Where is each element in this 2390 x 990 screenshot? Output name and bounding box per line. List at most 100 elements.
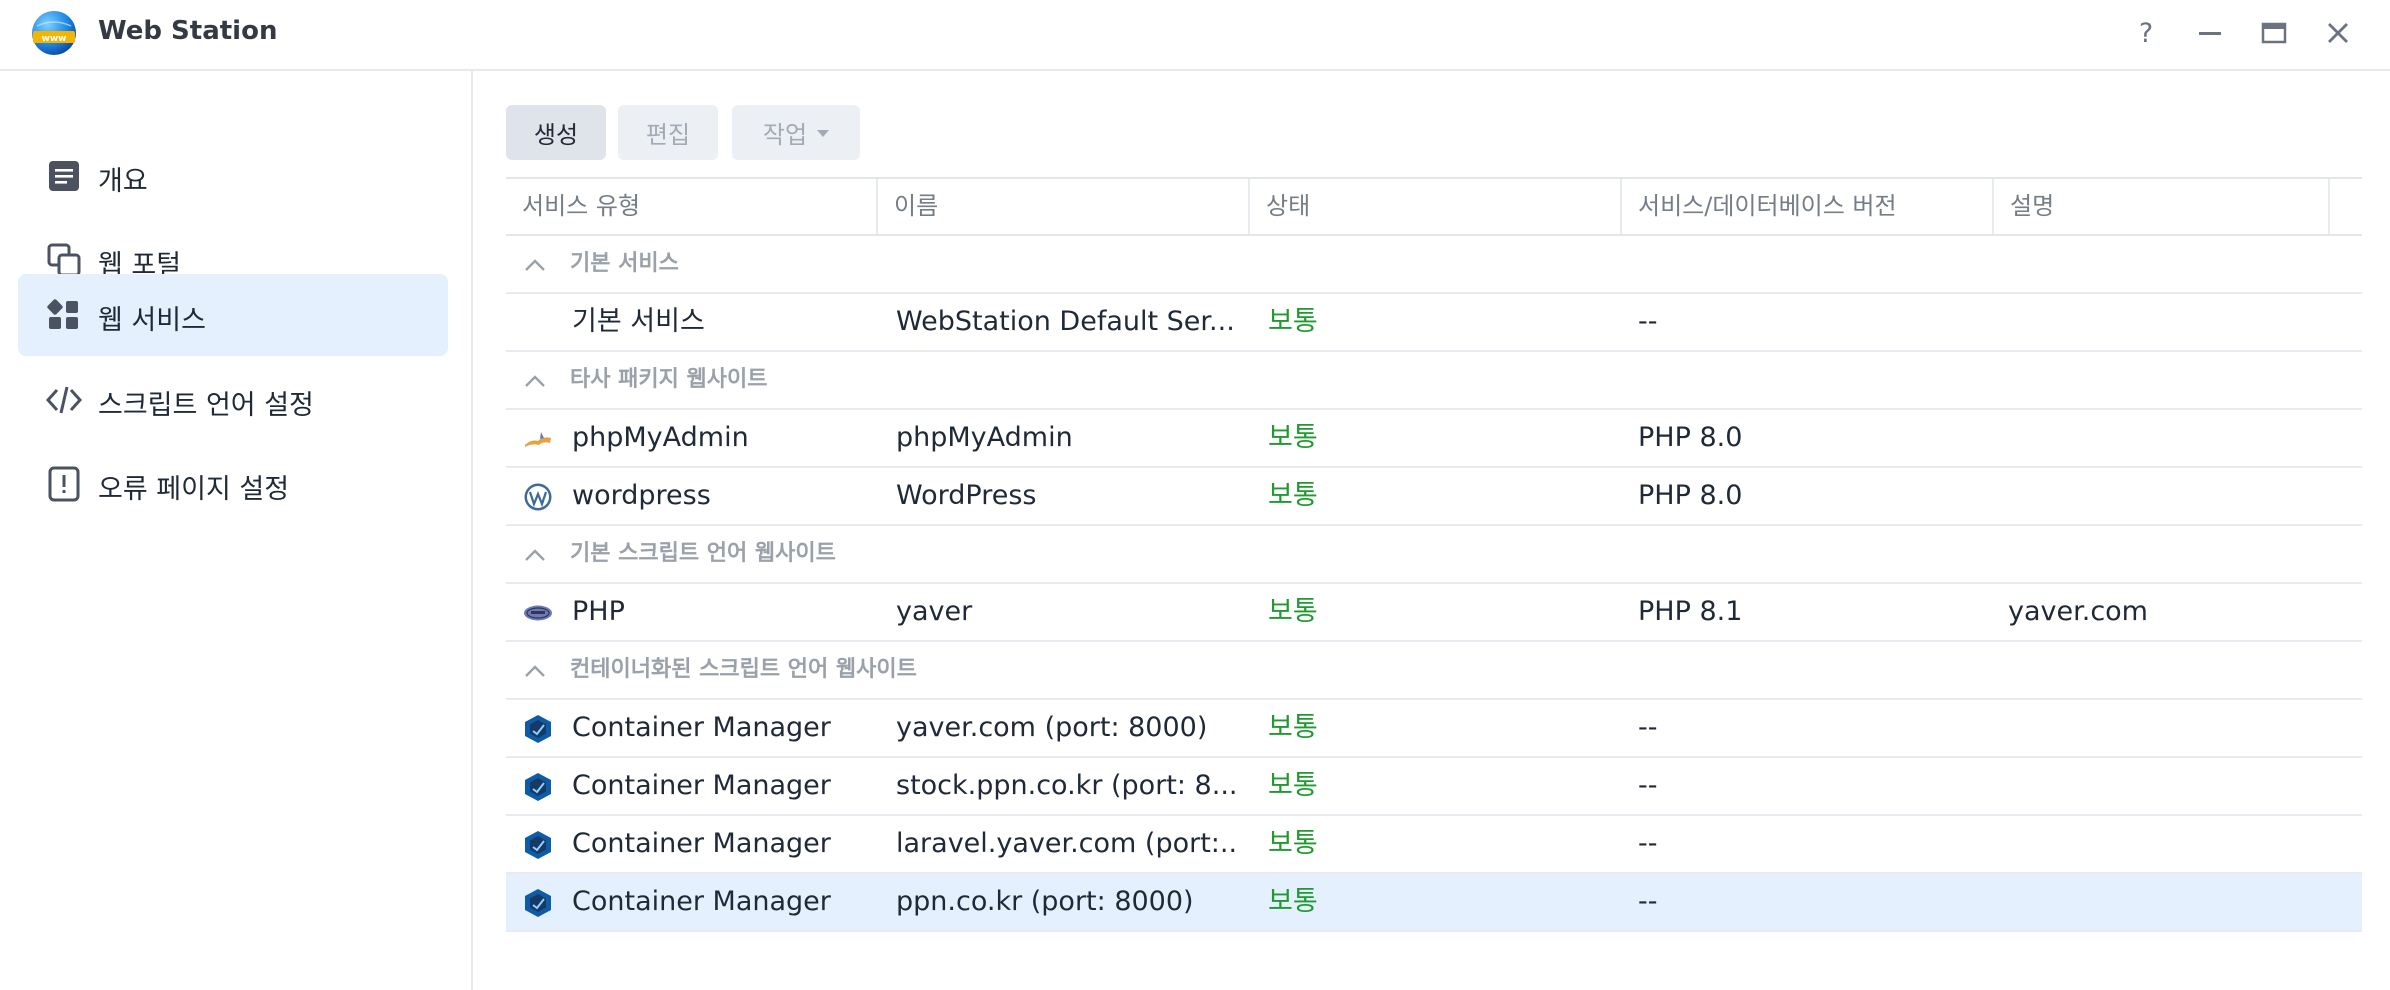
group-label: 타사 패키지 웹사이트 (570, 367, 768, 392)
column-header-service-type[interactable]: 서비스 유형 (506, 179, 876, 234)
cell-status: 보통 (1268, 596, 1318, 627)
cell-service-type: Container Manager (572, 770, 831, 801)
table-row[interactable]: wordpress WordPress 보통 PHP 8.0 (506, 468, 2362, 526)
close-button[interactable] (2323, 18, 2353, 48)
web-service-icon (47, 299, 78, 329)
chevron-up-icon (525, 259, 545, 271)
table-row[interactable]: Container Manager yaver.com (port: 8000)… (506, 700, 2362, 758)
web-station-logo-icon: www (32, 11, 76, 55)
cell-status: 보통 (1268, 828, 1318, 859)
table-row[interactable]: 기본 서비스 WebStation Default Ser... 보통 -- (506, 294, 2362, 352)
sidebar-item-label: 스크립트 언어 설정 (98, 390, 314, 421)
create-button[interactable]: 생성 (506, 105, 606, 160)
container-manager-icon (525, 831, 551, 859)
cell-description (2008, 816, 2328, 872)
cell-description (2008, 874, 2328, 930)
cell-name: yaver.com (port: 8000) (896, 712, 1208, 743)
sidebar-item-overview[interactable]: 개요 (18, 135, 448, 217)
table-header: 서비스 유형 이름 상태 서비스/데이터베이스 버전 설명 (506, 177, 2362, 236)
sidebar-item-label: 오류 페이지 설정 (98, 474, 290, 505)
wordpress-icon (524, 483, 552, 511)
chevron-down-icon (817, 130, 830, 137)
column-header-description[interactable]: 설명 (1994, 179, 2332, 234)
container-manager-icon (525, 889, 551, 917)
cell-service-type: Container Manager (572, 886, 831, 917)
cell-version: PHP 8.1 (1638, 596, 1743, 627)
cell-name: laravel.yaver.com (port:... (896, 828, 1236, 859)
cell-service-type: wordpress (572, 480, 711, 511)
table-row-selected[interactable]: Container Manager ppn.co.kr (port: 8000)… (506, 874, 2362, 932)
group-label: 기본 스크립트 언어 웹사이트 (570, 541, 836, 566)
cell-description (2008, 410, 2328, 466)
group-label: 컨테이너화된 스크립트 언어 웹사이트 (570, 657, 917, 682)
sidebar-item-script-language[interactable]: 스크립트 언어 설정 (18, 359, 448, 441)
minimize-button[interactable] (2195, 18, 2225, 48)
cell-name: yaver (896, 596, 973, 627)
cell-name: ppn.co.kr (port: 8000) (896, 886, 1194, 917)
cell-service-type: Container Manager (572, 828, 831, 859)
edit-button[interactable]: 편집 (618, 105, 718, 160)
sidebar: 개요 웹 포털 웹 서비스 스크립트 언어 설정 오류 페이지 설정 (0, 71, 473, 990)
php-icon (524, 605, 552, 621)
action-dropdown-button[interactable]: 작업 (732, 105, 860, 160)
table-row[interactable]: Container Manager stock.ppn.co.kr (port:… (506, 758, 2362, 816)
chevron-up-icon (525, 549, 545, 561)
cell-version: -- (1638, 712, 1658, 743)
cell-version: -- (1638, 770, 1658, 801)
window-title: Web Station (98, 16, 278, 46)
maximize-button[interactable] (2259, 18, 2289, 48)
services-table: 서비스 유형 이름 상태 서비스/데이터베이스 버전 설명 기본 서비스 기본 … (506, 177, 2362, 934)
sidebar-item-label: 개요 (98, 166, 148, 197)
close-icon (2328, 23, 2348, 43)
table-row[interactable]: phpMyAdmin phpMyAdmin 보통 PHP 8.0 (506, 410, 2362, 468)
cell-name: WordPress (896, 480, 1037, 511)
cell-service-type: 기본 서비스 (572, 306, 705, 337)
web-portal-icon (47, 243, 81, 277)
overview-icon (49, 161, 79, 191)
sidebar-item-error-page[interactable]: 오류 페이지 설정 (18, 443, 448, 525)
cell-status: 보통 (1268, 712, 1318, 743)
cell-description (2008, 294, 2328, 350)
title-bar: www Web Station ? (0, 0, 2390, 71)
cell-description (2008, 700, 2328, 756)
cell-service-type: PHP (572, 596, 625, 627)
cell-service-type: Container Manager (572, 712, 831, 743)
sidebar-item-label: 웹 서비스 (98, 305, 206, 336)
cell-name: stock.ppn.co.kr (port: 8... (896, 770, 1236, 801)
cell-version: PHP 8.0 (1638, 480, 1743, 511)
cell-status: 보통 (1268, 422, 1318, 453)
maximize-icon (2261, 22, 2287, 44)
table-row[interactable]: PHP yaver 보통 PHP 8.1 yaver.com (506, 584, 2362, 642)
sidebar-item-web-service[interactable]: 웹 서비스 (18, 274, 448, 356)
svg-text:www: www (42, 34, 67, 44)
cell-status: 보통 (1268, 770, 1318, 801)
minimize-icon (2199, 32, 2221, 35)
cell-service-type: phpMyAdmin (572, 422, 749, 453)
code-icon (46, 386, 82, 414)
container-manager-icon (525, 715, 551, 743)
group-row-basic-service[interactable]: 기본 서비스 (506, 236, 2362, 294)
group-row-third-party[interactable]: 타사 패키지 웹사이트 (506, 352, 2362, 410)
column-header-version[interactable]: 서비스/데이터베이스 버전 (1622, 179, 1992, 234)
group-row-containerized[interactable]: 컨테이너화된 스크립트 언어 웹사이트 (506, 642, 2362, 700)
column-header-name[interactable]: 이름 (878, 179, 1248, 234)
help-icon: ? (2138, 17, 2154, 49)
column-divider (2328, 179, 2330, 234)
cell-name: phpMyAdmin (896, 422, 1073, 453)
phpmyadmin-icon (525, 432, 551, 447)
cell-name: WebStation Default Ser... (896, 306, 1235, 337)
cell-version: -- (1638, 828, 1658, 859)
group-label: 기본 서비스 (570, 251, 679, 276)
help-button[interactable]: ? (2131, 17, 2161, 49)
column-header-status[interactable]: 상태 (1250, 179, 1620, 234)
cell-version: -- (1638, 886, 1658, 917)
cell-status: 보통 (1268, 306, 1318, 337)
cell-description (2008, 758, 2328, 814)
group-row-basic-script[interactable]: 기본 스크립트 언어 웹사이트 (506, 526, 2362, 584)
error-page-icon (48, 466, 80, 502)
cell-description (2008, 468, 2328, 524)
table-row[interactable]: Container Manager laravel.yaver.com (por… (506, 816, 2362, 874)
cell-version: PHP 8.0 (1638, 422, 1743, 453)
chevron-up-icon (525, 665, 545, 677)
container-manager-icon (525, 773, 551, 801)
